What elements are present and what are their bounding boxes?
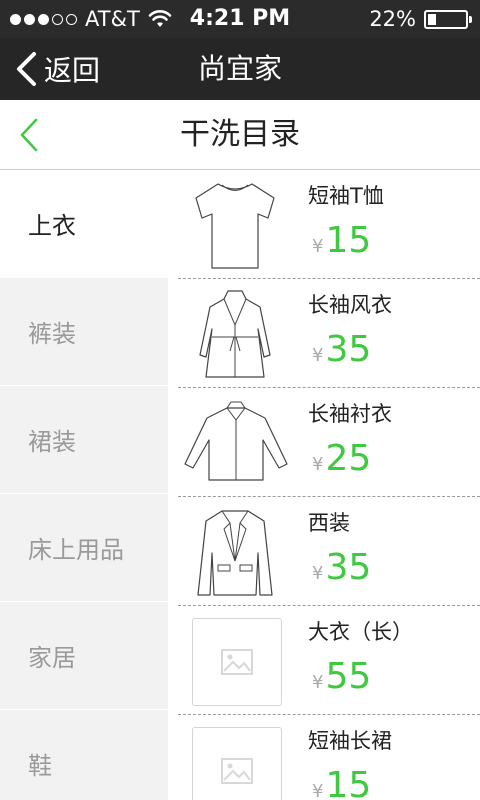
tshirt-icon bbox=[195, 183, 275, 269]
item-price: ¥ 35 bbox=[312, 547, 371, 588]
item-list: 短袖T恤 ¥ 15 长袖风衣 ¥ 35 长袖衬衣 ¥ 25 西装 ¥ 35 大衣… bbox=[168, 170, 480, 800]
image-placeholder-thumb bbox=[192, 727, 282, 800]
status-right: 22% bbox=[369, 0, 472, 38]
status-bar: AT&T 4:21 PM 22% bbox=[0, 0, 480, 38]
category-label: 上衣 bbox=[28, 212, 76, 240]
currency-symbol: ¥ bbox=[312, 345, 324, 366]
page-title: 干洗目录 bbox=[180, 117, 300, 152]
item-price: ¥ 25 bbox=[312, 438, 371, 479]
list-item[interactable]: 短袖长裙 ¥ 15 bbox=[178, 715, 480, 800]
nav-back-label: 返回 bbox=[44, 54, 101, 87]
back-chevron-icon[interactable] bbox=[14, 116, 44, 154]
category-label: 鞋 bbox=[28, 752, 52, 780]
list-item[interactable]: 西装 ¥ 35 bbox=[178, 497, 480, 606]
list-item[interactable]: 长袖风衣 ¥ 35 bbox=[178, 279, 480, 388]
category-item-skirts[interactable]: 裙装 bbox=[0, 386, 168, 494]
list-item[interactable]: 大衣（长） ¥ 55 bbox=[178, 606, 480, 715]
chevron-left-icon bbox=[17, 52, 36, 86]
battery-percent: 22% bbox=[369, 7, 416, 31]
item-name: 短袖T恤 bbox=[308, 184, 384, 208]
category-item-home[interactable]: 家居 bbox=[0, 602, 168, 710]
nav-back-button[interactable]: 返回 bbox=[14, 38, 100, 100]
trench-coat-icon bbox=[199, 290, 271, 378]
category-label: 裤装 bbox=[28, 320, 76, 348]
category-item-bedding[interactable]: 床上用品 bbox=[0, 494, 168, 602]
price-amount: 35 bbox=[325, 547, 372, 588]
image-placeholder-icon bbox=[221, 758, 253, 784]
category-sidebar: 上衣 裤装 裙装 床上用品 家居 鞋 bbox=[0, 170, 168, 800]
list-item[interactable]: 短袖T恤 ¥ 15 bbox=[178, 170, 480, 279]
currency-symbol: ¥ bbox=[312, 236, 324, 257]
price-amount: 35 bbox=[325, 329, 372, 370]
battery-icon bbox=[424, 9, 472, 29]
shirt-icon bbox=[184, 401, 288, 481]
item-price: ¥ 35 bbox=[312, 329, 371, 370]
item-price: ¥ 15 bbox=[312, 220, 371, 261]
item-price: ¥ 55 bbox=[312, 656, 371, 697]
item-price: ¥ 15 bbox=[312, 765, 371, 800]
app-nav-bar: 返回 尚宜家 bbox=[0, 38, 480, 100]
item-name: 长袖衬衣 bbox=[308, 402, 392, 426]
list-item[interactable]: 长袖衬衣 ¥ 25 bbox=[178, 388, 480, 497]
category-label: 家居 bbox=[28, 644, 76, 672]
category-item-shoes[interactable]: 鞋 bbox=[0, 710, 168, 800]
currency-symbol: ¥ bbox=[312, 563, 324, 584]
page-header: 干洗目录 bbox=[0, 100, 480, 170]
price-amount: 15 bbox=[325, 220, 372, 261]
item-name: 长袖风衣 bbox=[308, 293, 392, 317]
currency-symbol: ¥ bbox=[312, 781, 324, 800]
category-item-pants[interactable]: 裤装 bbox=[0, 278, 168, 386]
currency-symbol: ¥ bbox=[312, 454, 324, 475]
image-placeholder-thumb bbox=[192, 618, 282, 706]
item-name: 短袖长裙 bbox=[308, 729, 392, 753]
price-amount: 25 bbox=[325, 438, 372, 479]
price-amount: 15 bbox=[325, 765, 372, 800]
category-item-tops[interactable]: 上衣 bbox=[0, 170, 168, 278]
category-label: 床上用品 bbox=[28, 536, 124, 564]
item-name: 西装 bbox=[308, 511, 350, 535]
item-name: 大衣（长） bbox=[308, 620, 413, 644]
price-amount: 55 bbox=[325, 656, 372, 697]
battery-fill bbox=[428, 13, 436, 25]
category-label: 裙装 bbox=[28, 428, 76, 456]
currency-symbol: ¥ bbox=[312, 672, 324, 693]
suit-jacket-icon bbox=[197, 510, 273, 596]
image-placeholder-icon bbox=[221, 649, 253, 675]
